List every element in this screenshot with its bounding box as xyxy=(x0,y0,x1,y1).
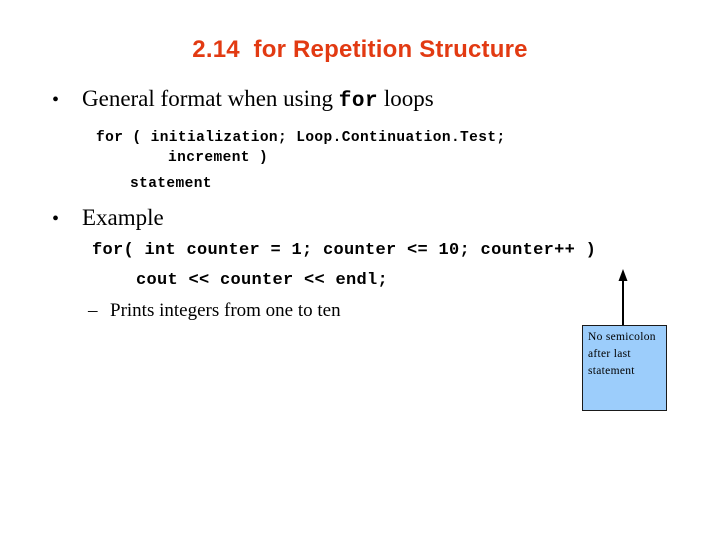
bullet-marker-icon: • xyxy=(52,208,60,230)
code-line-example-2: cout << counter << endl; xyxy=(136,271,389,290)
callout-box: No semicolon after last statement xyxy=(582,325,667,411)
code-line-format-3: statement xyxy=(130,176,212,192)
code-line-format-1: for ( initialization; Loop.Continuation.… xyxy=(96,130,506,146)
bullet-example: • Example xyxy=(52,205,164,230)
code-line-format-2: increment ) xyxy=(168,150,269,166)
bullet-prints-integers-text: Prints integers from one to ten xyxy=(110,300,341,321)
bullet-marker-icon: • xyxy=(52,89,60,111)
code-line-example-1: for( int counter = 1; counter <= 10; cou… xyxy=(92,241,597,260)
keyword-for: for xyxy=(338,90,379,113)
sub-bullet-marker-icon: – xyxy=(88,300,98,321)
callout-arrow-icon xyxy=(618,269,628,328)
bullet-general-format-text-after: loops xyxy=(378,86,434,111)
bullet-prints-integers: – Prints integers from one to ten xyxy=(88,300,341,322)
slide-canvas: 2.14 for Repetition Structure • General f… xyxy=(0,0,720,540)
page-title: 2.14 for Repetition Structure xyxy=(192,36,528,63)
bullet-general-format-text-before: General format when using xyxy=(82,86,339,111)
callout-box-text: No semicolon after last statement xyxy=(588,331,656,377)
bullet-example-text: Example xyxy=(82,205,164,230)
bullet-general-format: • General format when using for loops xyxy=(52,86,434,113)
